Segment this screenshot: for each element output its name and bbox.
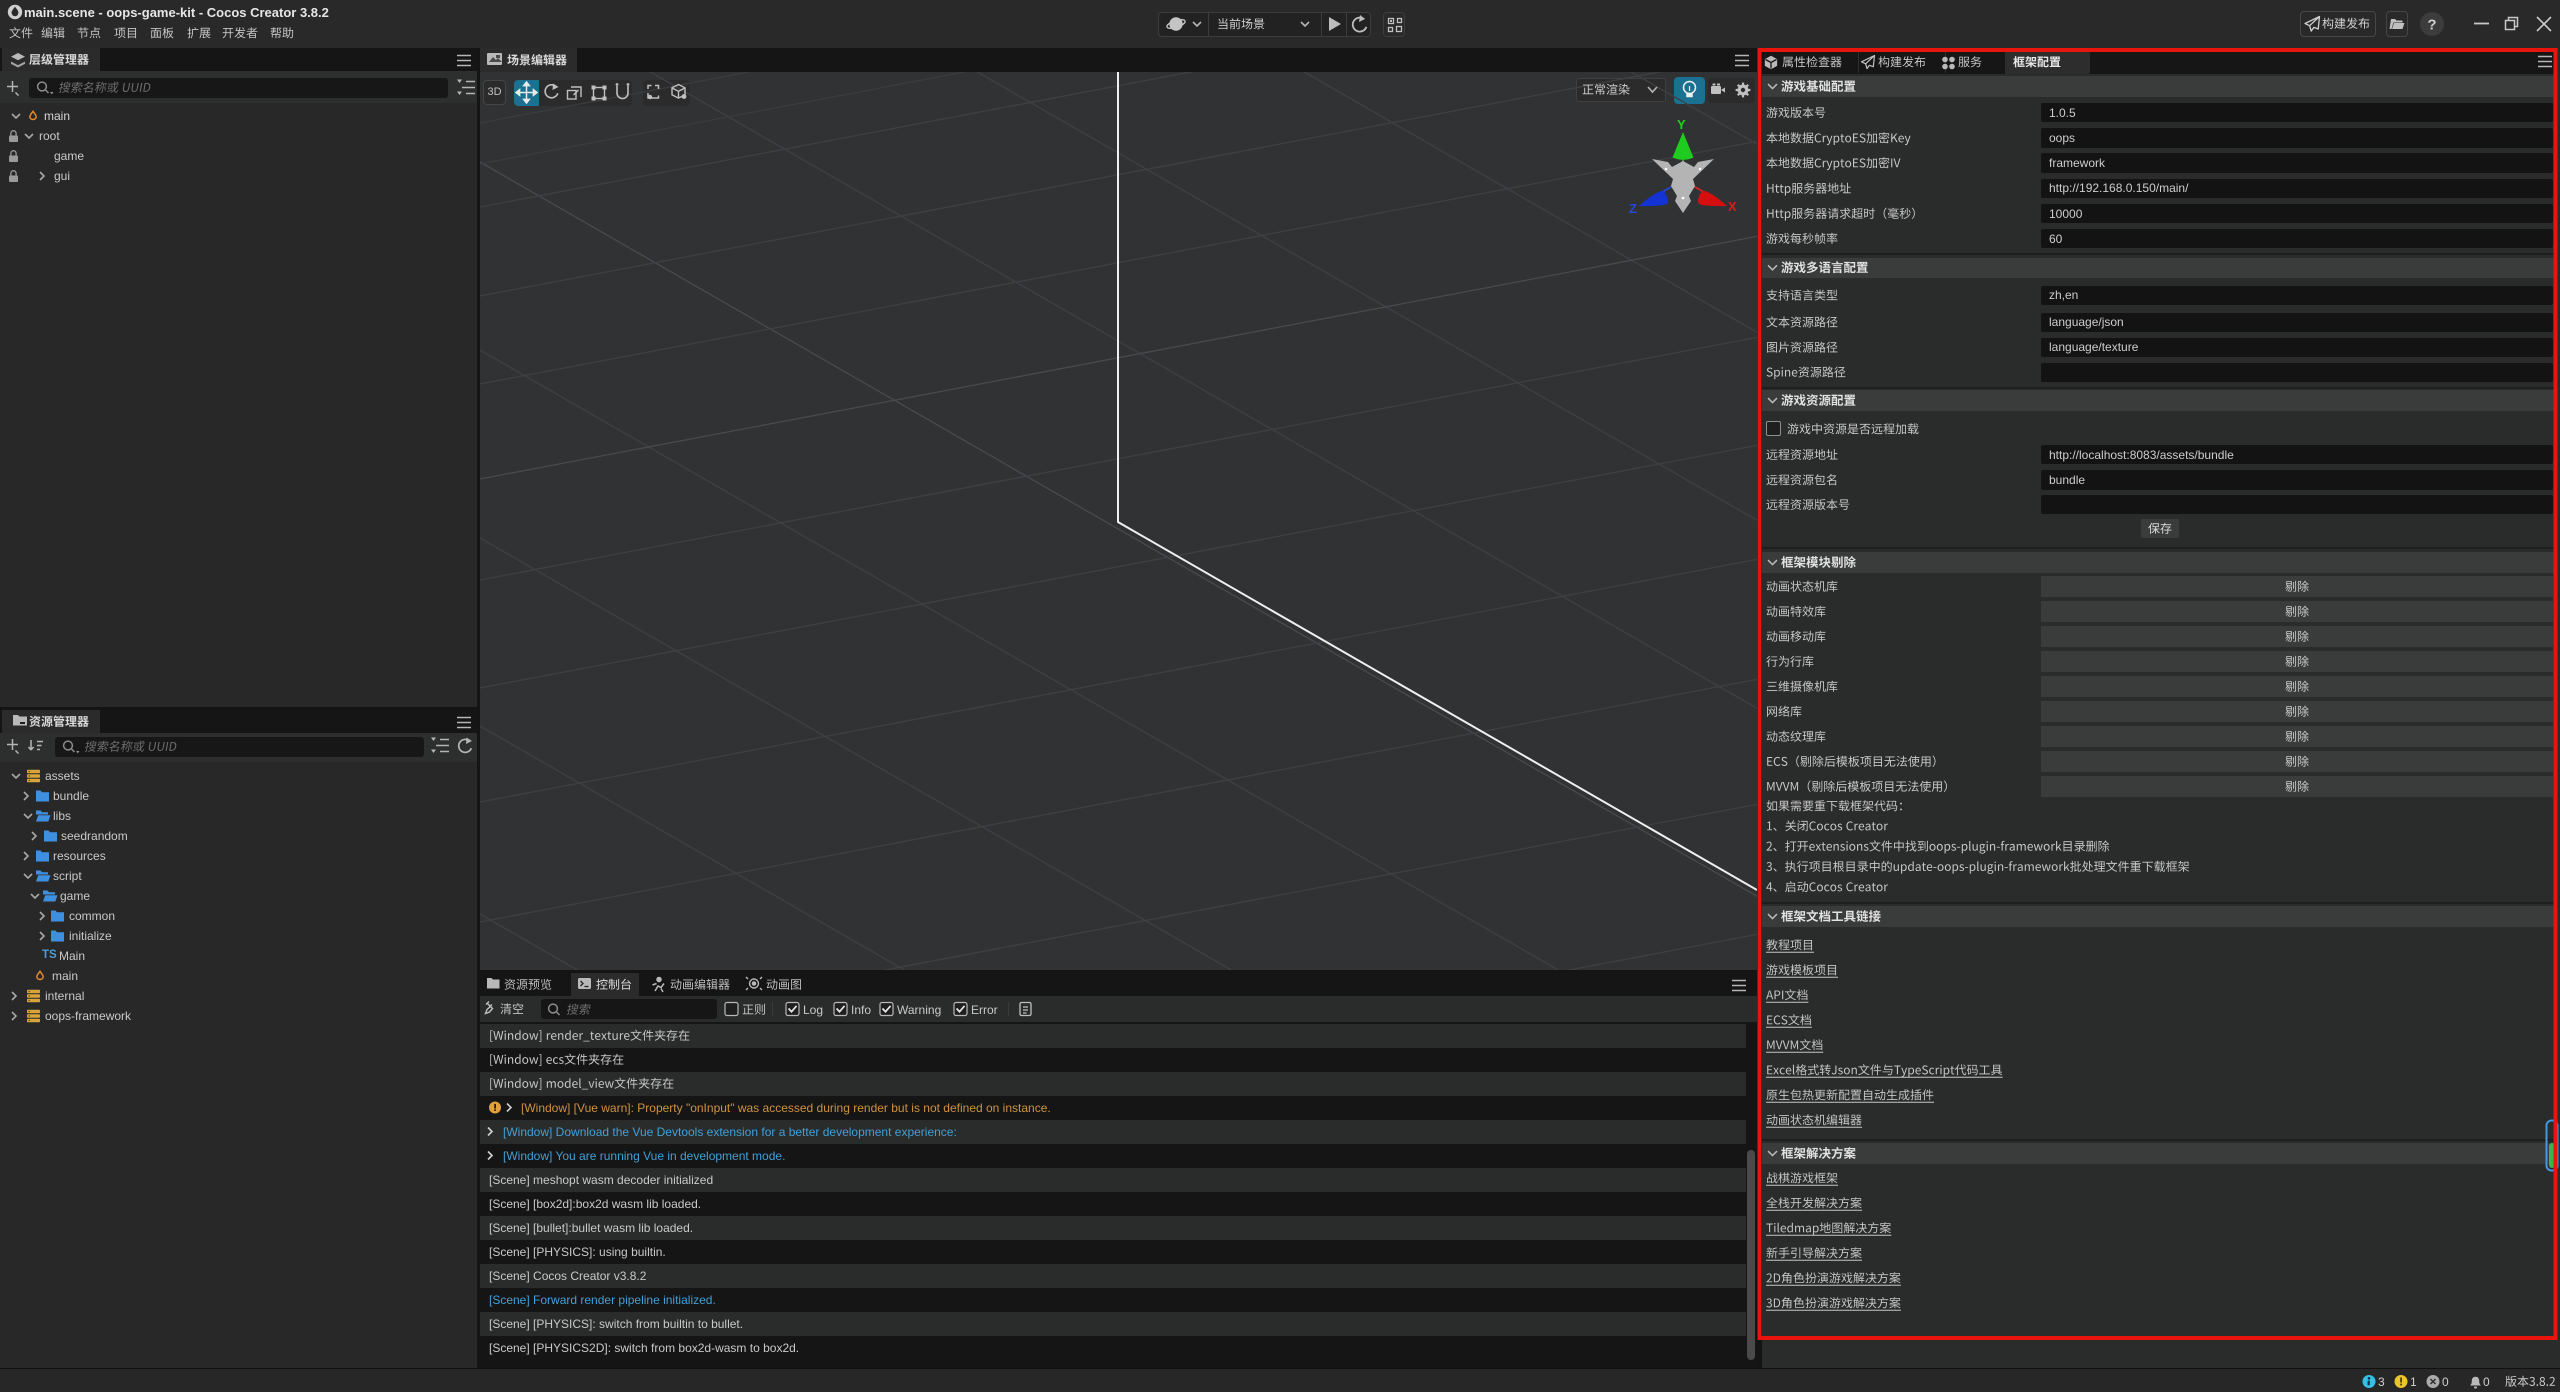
svg-text:?: ? bbox=[2427, 17, 2436, 34]
